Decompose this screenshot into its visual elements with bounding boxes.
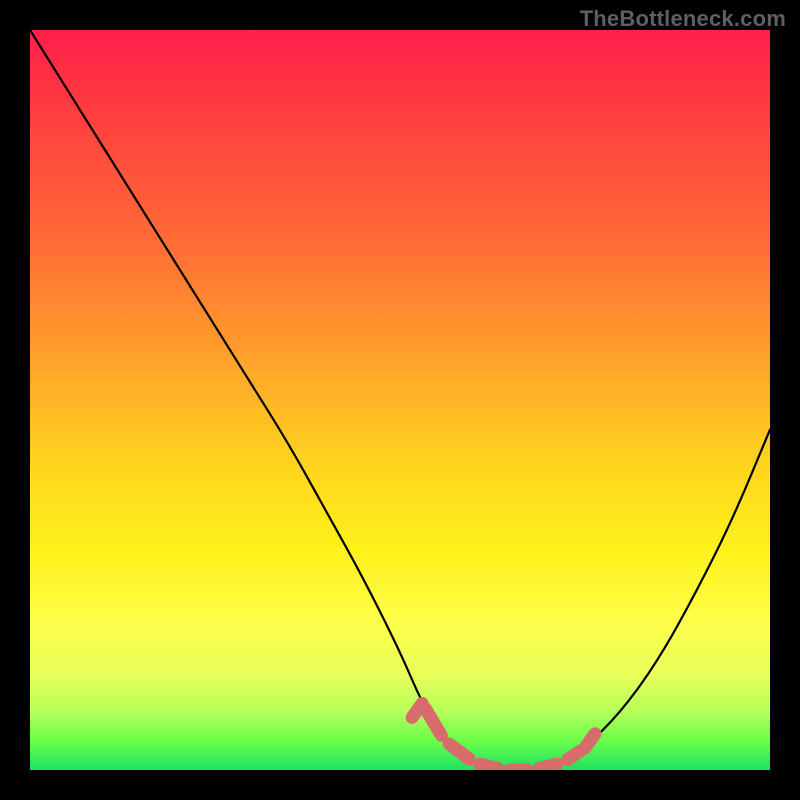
- sweet-spot-segment: [425, 709, 441, 736]
- sweet-spot-segment: [539, 764, 557, 768]
- sweet-spot-segment: [568, 751, 580, 759]
- sweet-spot-segment: [480, 764, 498, 768]
- plot-area: [30, 30, 770, 770]
- sweet-spot-end-tick: [585, 734, 595, 748]
- chart-frame: TheBottleneck.com: [0, 0, 800, 800]
- bottleneck-curve: [30, 30, 770, 770]
- sweet-spot-segment: [449, 744, 469, 759]
- sweet-spot-end-tick: [412, 703, 422, 717]
- sweet-spot-markers: [412, 703, 595, 770]
- bottleneck-curve-svg: [30, 30, 770, 770]
- watermark-text: TheBottleneck.com: [580, 6, 786, 32]
